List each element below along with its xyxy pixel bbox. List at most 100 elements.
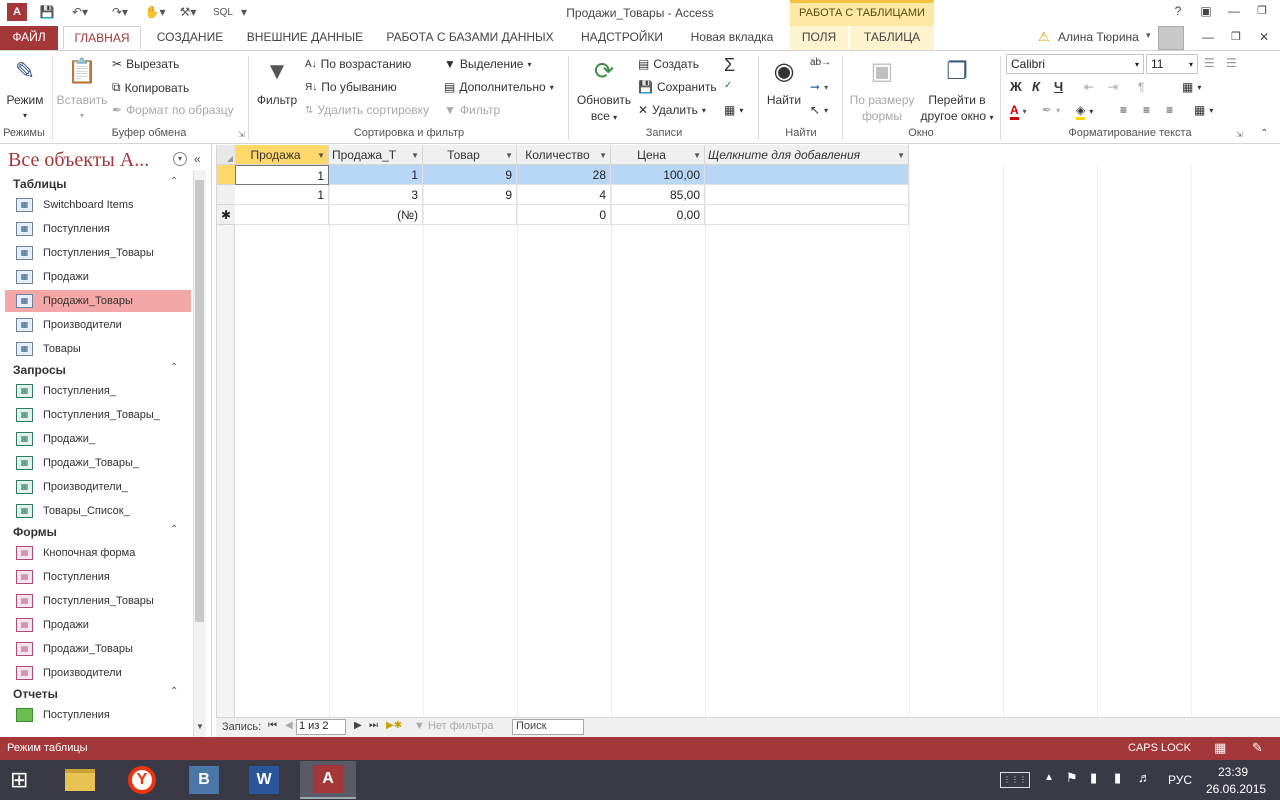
fit-to-form-button[interactable]: ▣ По размеру формы bbox=[846, 56, 918, 124]
nav-item-query[interactable]: ▦ Продажи_ bbox=[5, 428, 191, 450]
underline-button[interactable]: Ч bbox=[1054, 79, 1063, 94]
clock-date[interactable]: 26.06.2015 bbox=[1206, 782, 1266, 796]
remove-sort-button[interactable]: ⇅ Удалить сортировку bbox=[305, 103, 429, 117]
highlight-button[interactable]: ✒ ▾ bbox=[1042, 103, 1060, 117]
select-button[interactable]: ↖ ▾ bbox=[810, 103, 828, 117]
table-cell-active[interactable]: 1 bbox=[235, 165, 329, 185]
tab-file[interactable]: ФАЙЛ bbox=[0, 26, 58, 50]
table-cell[interactable]: 0 bbox=[517, 205, 611, 225]
table-cell[interactable]: 3 bbox=[329, 185, 423, 205]
tab-create[interactable]: СОЗДАНИЕ bbox=[150, 26, 230, 50]
selection-button[interactable]: ▼ Выделение ▾ bbox=[444, 57, 532, 71]
toggle-filter-button[interactable]: ▼ Фильтр bbox=[444, 103, 500, 117]
numbering-button[interactable]: ☰ bbox=[1226, 56, 1237, 70]
gridlines-button[interactable]: ▦ ▾ bbox=[1182, 80, 1201, 94]
italic-button[interactable]: К bbox=[1032, 79, 1040, 94]
tab-addins[interactable]: НАДСТРОЙКИ bbox=[570, 26, 674, 50]
tab-new[interactable]: Новая вкладка bbox=[682, 26, 782, 50]
nav-item-table[interactable]: ▦ Товары bbox=[5, 338, 191, 360]
volume-icon[interactable]: ♬ bbox=[1138, 770, 1151, 785]
find-button[interactable]: ◉ Найти bbox=[762, 56, 806, 108]
network-signal-icon[interactable]: ▮ bbox=[1114, 770, 1121, 786]
nav-item-table[interactable]: ▦ Продажи bbox=[5, 266, 191, 288]
new-record-row-selector[interactable]: ✱ bbox=[217, 205, 235, 225]
column-sort-dropdown-icon[interactable]: ▼ bbox=[411, 151, 419, 160]
column-sort-dropdown-icon[interactable]: ▼ bbox=[599, 151, 607, 160]
paragraph-direction-button[interactable]: ¶ bbox=[1138, 80, 1144, 94]
nav-item-query[interactable]: ▦ Поступления_Товары_ bbox=[5, 404, 191, 426]
restore-icon[interactable]: ❐ bbox=[1252, 4, 1272, 20]
font-name-select[interactable]: Calibri ▾ bbox=[1006, 54, 1144, 74]
table-cell[interactable]: 0,00 bbox=[611, 205, 705, 225]
paste-button[interactable]: 📋 Вставить ▾ bbox=[56, 56, 108, 124]
doc-close-icon[interactable]: ✕ bbox=[1254, 30, 1274, 46]
tab-table[interactable]: ТАБЛИЦА bbox=[850, 26, 934, 50]
table-cell[interactable]: 1 bbox=[235, 185, 329, 205]
sort-desc-button[interactable]: Я↓ По убыванию bbox=[305, 80, 397, 94]
battery-icon[interactable]: ▮ bbox=[1090, 770, 1097, 786]
start-button-icon[interactable]: ⊞ bbox=[10, 768, 28, 792]
column-sort-dropdown-icon[interactable]: ▼ bbox=[505, 151, 513, 160]
nav-item-form[interactable]: ▤ Кнопочная форма bbox=[5, 542, 191, 564]
column-header[interactable]: Цена ▼ bbox=[611, 145, 705, 165]
avatar[interactable] bbox=[1158, 26, 1184, 50]
collapse-reports-icon[interactable]: ⌃ bbox=[170, 686, 178, 697]
indent-increase-button[interactable]: ⇥ bbox=[1108, 80, 1118, 94]
column-sort-dropdown-icon[interactable]: ▼ bbox=[693, 151, 701, 160]
format-painter-button[interactable]: ✒ Формат по образцу bbox=[112, 103, 234, 117]
ribbon-display-icon[interactable]: ▣ bbox=[1196, 4, 1216, 20]
bullets-button[interactable]: ☰ bbox=[1204, 56, 1215, 70]
table-cell[interactable]: 100,00 bbox=[611, 165, 705, 185]
replace-button[interactable]: ab→ bbox=[810, 57, 831, 68]
table-cell[interactable]: 1 bbox=[329, 165, 423, 185]
prev-record-icon[interactable]: ◀ bbox=[285, 720, 293, 731]
table-cell[interactable]: 4 bbox=[517, 185, 611, 205]
text-format-launcher-icon[interactable]: ⇲ bbox=[1236, 130, 1243, 139]
new-record-button[interactable]: ▤ Создать bbox=[638, 57, 699, 71]
table-cell[interactable]: 9 bbox=[423, 185, 517, 205]
add-column-header[interactable]: Щелкните для добавления ▼ bbox=[705, 145, 909, 165]
last-record-icon[interactable]: ⏭ bbox=[369, 720, 378, 731]
nav-item-table-selected[interactable]: ▦ Продажи_Товары bbox=[5, 290, 191, 312]
nav-pane-title[interactable]: Все объекты А... bbox=[8, 149, 149, 172]
nav-item-form[interactable]: ▤ Продажи bbox=[5, 614, 191, 636]
tab-external-data[interactable]: ВНЕШНИЕ ДАННЫЕ bbox=[240, 26, 370, 50]
nav-item-report[interactable]: Поступления bbox=[5, 704, 191, 726]
tab-database-tools[interactable]: РАБОТА С БАЗАМИ ДАННЫХ bbox=[380, 26, 560, 50]
file-explorer-button[interactable] bbox=[52, 761, 108, 799]
advanced-filter-button[interactable]: ▤ Дополнительно ▾ bbox=[444, 80, 554, 94]
keyboard-icon[interactable]: ⋮⋮⋮ bbox=[1000, 772, 1030, 788]
nav-category-queries[interactable]: Запросы bbox=[13, 363, 66, 377]
column-header[interactable]: Товар ▼ bbox=[423, 145, 517, 165]
table-cell[interactable] bbox=[705, 205, 909, 225]
touch-mode-icon[interactable]: ✋▾ bbox=[142, 4, 168, 20]
nav-item-query[interactable]: ▦ Товары_Список_ bbox=[5, 500, 191, 522]
column-header[interactable]: Продажа ▼ bbox=[235, 145, 329, 165]
cut-button[interactable]: ✂ Вырезать bbox=[112, 57, 179, 71]
tray-flag-icon[interactable]: ⚑ bbox=[1066, 770, 1078, 786]
column-sort-dropdown-icon[interactable]: ▼ bbox=[897, 151, 905, 160]
row-selector[interactable] bbox=[217, 185, 235, 205]
no-filter-button[interactable]: ▼ Нет фильтра bbox=[414, 720, 494, 732]
nav-category-tables[interactable]: Таблицы bbox=[13, 177, 66, 191]
nav-scrollbar-thumb[interactable] bbox=[195, 180, 204, 622]
indent-decrease-button[interactable]: ⇤ bbox=[1084, 80, 1094, 94]
font-color-button[interactable]: A ▾ bbox=[1010, 103, 1027, 120]
new-blank-record-icon[interactable]: ▶✱ bbox=[386, 720, 402, 731]
table-cell[interactable]: (№) bbox=[329, 205, 423, 225]
nav-item-table[interactable]: ▦ Поступления bbox=[5, 218, 191, 240]
nav-item-form[interactable]: ▤ Поступления bbox=[5, 566, 191, 588]
delete-record-button[interactable]: ✕ Удалить ▾ bbox=[638, 103, 706, 117]
first-record-icon[interactable]: ⏮ bbox=[268, 720, 277, 731]
tab-home[interactable]: ГЛАВНАЯ bbox=[63, 26, 141, 50]
help-icon[interactable]: ? bbox=[1168, 4, 1188, 20]
clipboard-launcher-icon[interactable]: ⇲ bbox=[238, 130, 245, 139]
font-size-select[interactable]: 11 ▾ bbox=[1146, 54, 1198, 74]
save-record-button[interactable]: 💾 Сохранить bbox=[638, 80, 717, 94]
access-taskbar-button[interactable]: A bbox=[300, 761, 356, 799]
goto-button[interactable]: ➞ ▾ bbox=[810, 80, 828, 94]
datasheet-view-icon[interactable]: ▦ bbox=[1214, 740, 1226, 756]
user-dropdown-icon[interactable]: ▾ bbox=[1146, 30, 1151, 41]
column-sort-dropdown-icon[interactable]: ▼ bbox=[317, 151, 325, 160]
user-name[interactable]: Алина Тюрина bbox=[1058, 30, 1139, 44]
